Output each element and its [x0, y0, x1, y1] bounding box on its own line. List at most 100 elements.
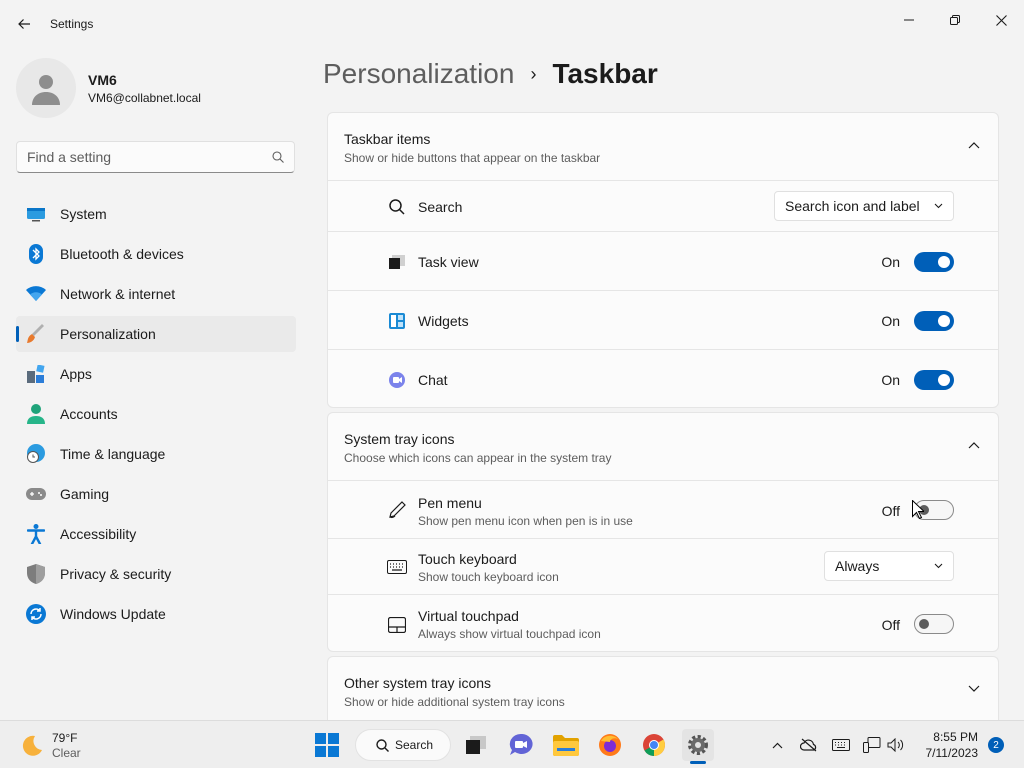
sidebar-item-apps[interactable]: Apps [16, 356, 296, 392]
speaker-icon [887, 738, 904, 752]
sidebar-item-label: Time & language [60, 446, 166, 462]
person-avatar-icon [32, 75, 60, 105]
sidebar-item-accounts[interactable]: Accounts [16, 396, 296, 432]
person-icon [26, 404, 46, 424]
sidebar-item-bluetooth[interactable]: Bluetooth & devices [16, 236, 296, 272]
sidebar-item-time-language[interactable]: Time & language [16, 436, 296, 472]
chrome-button[interactable] [638, 729, 670, 761]
search-icon [376, 738, 389, 752]
onedrive-tray-button[interactable] [799, 735, 819, 755]
file-explorer-button[interactable] [550, 729, 582, 761]
title-bar: Settings [0, 0, 1024, 48]
section-title: Other system tray icons [344, 675, 492, 691]
settings-taskbar-button[interactable] [682, 729, 714, 761]
touch-keyboard-dropdown[interactable]: Always [824, 551, 954, 581]
system-tray-header[interactable]: System tray icons Choose which icons can… [328, 413, 998, 481]
restore-icon [950, 15, 960, 25]
sidebar-item-label: Bluetooth & devices [60, 246, 184, 262]
sidebar-item-personalization[interactable]: Personalization [16, 316, 296, 352]
search-icon [272, 151, 284, 163]
chevron-up-icon[interactable] [968, 441, 980, 449]
widgets-icon [387, 311, 407, 331]
search-input[interactable] [27, 149, 272, 165]
chat-taskbar-button[interactable] [505, 729, 537, 761]
sidebar-item-system[interactable]: System [16, 196, 296, 232]
task-view-button[interactable] [460, 729, 492, 761]
clock[interactable]: 8:55 PM 7/11/2023 [926, 729, 979, 761]
taskbar-items-header[interactable]: Taskbar items Show or hide buttons that … [328, 113, 998, 181]
gamepad-icon [26, 484, 46, 504]
wifi-icon [26, 284, 46, 304]
taskbar-search[interactable]: Search [355, 729, 451, 761]
widgets-toggle[interactable] [914, 311, 954, 331]
pen-menu-label: Pen menu [418, 495, 482, 511]
breadcrumb-separator: › [530, 63, 537, 84]
virtual-touchpad-toggle[interactable] [914, 614, 954, 634]
chat-label: Chat [418, 372, 448, 388]
maximize-button[interactable] [932, 4, 978, 36]
show-hidden-icons-button[interactable] [767, 735, 787, 755]
sidebar-item-accessibility[interactable]: Accessibility [16, 516, 296, 552]
chevron-down-icon[interactable] [968, 685, 980, 693]
pen-icon [387, 500, 407, 520]
search-row: Search Search icon and label [328, 181, 998, 232]
sidebar-nav: System Bluetooth & devices Network & int… [16, 196, 296, 636]
firefox-button[interactable] [594, 729, 626, 761]
breadcrumb-parent[interactable]: Personalization [323, 58, 514, 90]
user-profile[interactable]: VM6 VM6@collabnet.local [16, 58, 201, 118]
sidebar-item-privacy[interactable]: Privacy & security [16, 556, 296, 592]
chevron-up-icon[interactable] [968, 141, 980, 149]
back-button[interactable] [10, 10, 38, 38]
sidebar-item-windows-update[interactable]: Windows Update [16, 596, 296, 632]
weather-widget[interactable]: 79°F Clear [20, 731, 81, 761]
sidebar-item-network[interactable]: Network & internet [16, 276, 296, 312]
breadcrumb: Personalization › Taskbar [323, 58, 658, 90]
minimize-button[interactable] [886, 4, 932, 36]
touch-keyboard-label: Touch keyboard [418, 551, 517, 567]
sidebar-item-label: Privacy & security [60, 566, 172, 582]
profile-email: VM6@collabnet.local [88, 90, 201, 105]
sidebar-item-label: Accounts [60, 406, 118, 422]
active-app-indicator [690, 761, 706, 764]
pen-menu-description: Show pen menu icon when pen is in use [418, 514, 633, 528]
chevron-down-icon [934, 203, 943, 209]
search-mode-dropdown[interactable]: Search icon and label [774, 191, 954, 221]
keyboard-tray-button[interactable] [831, 735, 851, 755]
start-button[interactable] [311, 729, 343, 761]
sidebar-item-label: Accessibility [60, 526, 137, 542]
taskbar-items-section: Taskbar items Show or hide buttons that … [327, 112, 999, 408]
close-icon [995, 14, 1007, 26]
brush-icon [26, 324, 46, 344]
date: 7/11/2023 [925, 746, 979, 760]
toggle-state-label: Off [881, 503, 900, 519]
volume-tray-button[interactable] [886, 735, 906, 755]
network-icon [863, 737, 881, 753]
chat-row: Chat On [328, 350, 998, 407]
settings-search[interactable] [16, 141, 295, 173]
windows-logo-icon [315, 733, 339, 757]
task-view-toggle[interactable] [914, 252, 954, 272]
other-tray-section[interactable]: Other system tray icons Show or hide add… [327, 656, 999, 720]
search-icon [387, 197, 407, 217]
chat-icon [387, 370, 407, 390]
toggle-state-label: On [881, 372, 900, 388]
sidebar-item-label: Windows Update [60, 606, 166, 622]
toggle-state-label: On [881, 313, 900, 329]
network-tray-button[interactable] [862, 735, 882, 755]
weather-condition: Clear [52, 746, 81, 760]
sidebar-item-gaming[interactable]: Gaming [16, 476, 296, 512]
task-view-label: Task view [418, 254, 479, 270]
close-button[interactable] [978, 4, 1024, 36]
profile-name: VM6 [88, 71, 117, 88]
section-subtitle: Show or hide additional system tray icon… [344, 695, 565, 709]
update-icon [26, 604, 46, 624]
sidebar-item-label: Network & internet [60, 286, 176, 302]
notification-badge[interactable]: 2 [988, 737, 1004, 753]
apps-icon [26, 364, 46, 384]
chat-toggle[interactable] [914, 370, 954, 390]
accessibility-icon [26, 524, 46, 544]
virtual-touchpad-label: Virtual touchpad [418, 608, 519, 624]
toggle-state-label: Off [881, 617, 900, 633]
widgets-row: Widgets On [328, 291, 998, 350]
app-title: Settings [50, 17, 94, 31]
